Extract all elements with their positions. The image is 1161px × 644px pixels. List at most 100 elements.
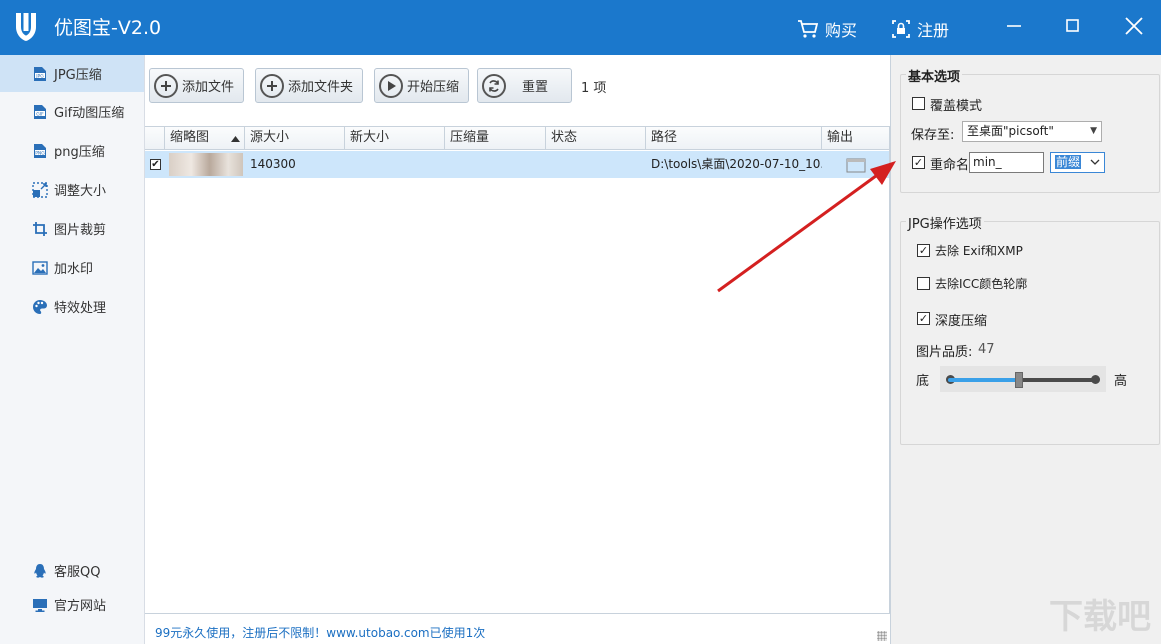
header-source-size[interactable]: 源大小 <box>245 127 345 150</box>
strip-icc-checkbox[interactable] <box>917 277 930 290</box>
close-icon <box>1124 16 1144 36</box>
cart-icon <box>797 19 819 39</box>
rename-label: 重命名 <box>930 154 969 173</box>
svg-text:JPG: JPG <box>35 73 44 79</box>
crop-icon <box>32 221 48 237</box>
buy-label: 购买 <box>825 17 857 41</box>
cell-source-size: 140300 <box>245 151 345 178</box>
start-compress-label: 开始压缩 <box>407 76 459 95</box>
status-text[interactable]: 99元永久使用，注册后不限制！www.utobao.com已使用1次 <box>155 624 485 641</box>
minimize-icon <box>1006 18 1022 34</box>
sidebar: JPG JPG压缩 GIF Gif动图压缩 PNG png压缩 调整大小 图片裁… <box>0 55 145 644</box>
deep-compress-label: 深度压缩 <box>935 310 987 329</box>
register-icon <box>891 19 911 39</box>
quality-label: 图片品质: <box>916 341 972 360</box>
strip-exif-label: 去除 Exif和XMP <box>935 242 1023 259</box>
sidebar-item-label: 图片裁剪 <box>54 219 106 238</box>
gif-icon: GIF <box>32 104 48 120</box>
deep-compress-checkbox[interactable]: ✓ <box>917 312 930 325</box>
minimize-button[interactable] <box>997 10 1031 42</box>
qq-icon <box>32 563 48 579</box>
sidebar-item-label: 客服QQ <box>54 561 100 580</box>
sidebar-item-label: 官方网站 <box>54 595 106 614</box>
add-file-button[interactable]: 添加文件 <box>149 68 244 103</box>
resize-grip-icon[interactable] <box>877 631 887 641</box>
svg-text:下载吧: 下载吧 <box>1049 597 1151 637</box>
cell-new-size <box>345 151 445 178</box>
quality-slider[interactable] <box>948 378 1098 382</box>
overwrite-label: 覆盖模式 <box>930 95 982 114</box>
reset-label: 重置 <box>522 76 548 95</box>
table-header: 缩略图 源大小 新大小 压缩量 状态 路径 输出 <box>145 127 889 150</box>
title-bar: 优图宝-V2.0 购买 注册 <box>0 0 1161 55</box>
reset-button[interactable]: 重置 <box>477 68 572 103</box>
strip-exif-checkbox[interactable]: ✓ <box>917 244 930 257</box>
overwrite-checkbox[interactable] <box>912 97 925 110</box>
row-checkbox[interactable]: ✔ <box>150 159 161 170</box>
header-output[interactable]: 输出 <box>822 127 889 150</box>
sidebar-item-label: 调整大小 <box>54 180 106 199</box>
cell-reduction <box>445 151 546 178</box>
add-folder-button[interactable]: 添加文件夹 <box>255 68 363 103</box>
rename-input[interactable]: min_ <box>969 152 1044 173</box>
status-bar: 99元永久使用，注册后不限制！www.utobao.com已使用1次 <box>145 613 890 644</box>
slider-end-dot <box>1091 375 1100 384</box>
close-button[interactable] <box>1117 10 1151 42</box>
maximize-button[interactable] <box>1056 10 1090 42</box>
header-new-size[interactable]: 新大小 <box>345 127 445 150</box>
sidebar-item-label: png压缩 <box>54 141 105 160</box>
sidebar-item-effects[interactable]: 特效处理 <box>0 288 144 325</box>
sidebar-item-resize[interactable]: 调整大小 <box>0 171 144 208</box>
chevron-down-icon: ▼ <box>1090 122 1097 141</box>
sidebar-item-label: 加水印 <box>54 258 93 277</box>
plus-icon <box>154 74 178 98</box>
cell-status <box>546 151 646 178</box>
app-title: 优图宝-V2.0 <box>54 13 161 40</box>
item-count: 1 项 <box>581 77 606 96</box>
sidebar-item-label: Gif动图压缩 <box>54 102 124 121</box>
svg-text:PNG: PNG <box>35 150 45 156</box>
basic-options-title: 基本选项 <box>906 66 962 85</box>
header-reduction[interactable]: 压缩量 <box>445 127 546 150</box>
folder-icon[interactable] <box>846 157 866 173</box>
header-status[interactable]: 状态 <box>546 127 646 150</box>
monitor-icon <box>32 597 48 613</box>
add-folder-label: 添加文件夹 <box>288 76 353 95</box>
start-compress-button[interactable]: 开始压缩 <box>374 68 469 103</box>
table-row[interactable]: ✔ 140300 D:\tools\桌面\2020-07-10_10... <box>145 151 889 178</box>
png-icon: PNG <box>32 143 48 159</box>
register-button[interactable]: 注册 <box>891 17 949 41</box>
cell-path: D:\tools\桌面\2020-07-10_10... <box>646 151 822 178</box>
play-icon <box>379 74 403 98</box>
rename-position-value: 前缀 <box>1055 155 1081 169</box>
slider-fill <box>948 378 1019 382</box>
sidebar-item-website[interactable]: 官方网站 <box>0 586 144 623</box>
rename-position-select[interactable]: 前缀 <box>1050 152 1105 173</box>
refresh-icon <box>482 74 506 98</box>
palette-icon <box>32 299 48 315</box>
rename-checkbox[interactable]: ✓ <box>912 156 925 169</box>
sort-asc-icon <box>231 136 240 142</box>
header-thumbnail[interactable]: 缩略图 <box>165 127 245 150</box>
sidebar-item-qq[interactable]: 客服QQ <box>0 552 144 589</box>
buy-button[interactable]: 购买 <box>797 17 857 41</box>
add-file-label: 添加文件 <box>182 76 234 95</box>
quality-high-label: 高 <box>1114 370 1127 389</box>
sidebar-item-crop[interactable]: 图片裁剪 <box>0 210 144 247</box>
jpg-icon: JPG <box>32 66 48 82</box>
chevron-down-icon <box>1090 153 1100 172</box>
sidebar-item-watermark[interactable]: 加水印 <box>0 249 144 286</box>
sidebar-item-gif[interactable]: GIF Gif动图压缩 <box>0 93 144 130</box>
save-to-label: 保存至: <box>911 124 954 143</box>
sidebar-item-png[interactable]: PNG png压缩 <box>0 132 144 169</box>
sidebar-item-label: 特效处理 <box>54 297 106 316</box>
svg-text:GIF: GIF <box>36 111 44 117</box>
sidebar-item-label: JPG压缩 <box>54 64 102 83</box>
header-path[interactable]: 路径 <box>646 127 822 150</box>
slider-knob[interactable] <box>1015 372 1023 388</box>
save-to-select[interactable]: 至桌面"picsoft" ▼ <box>962 121 1102 142</box>
save-to-value: 至桌面"picsoft" <box>967 124 1054 138</box>
watermark-icon <box>32 260 48 276</box>
sidebar-item-jpg[interactable]: JPG JPG压缩 <box>0 55 144 92</box>
jpg-options-title: JPG操作选项 <box>906 213 984 232</box>
